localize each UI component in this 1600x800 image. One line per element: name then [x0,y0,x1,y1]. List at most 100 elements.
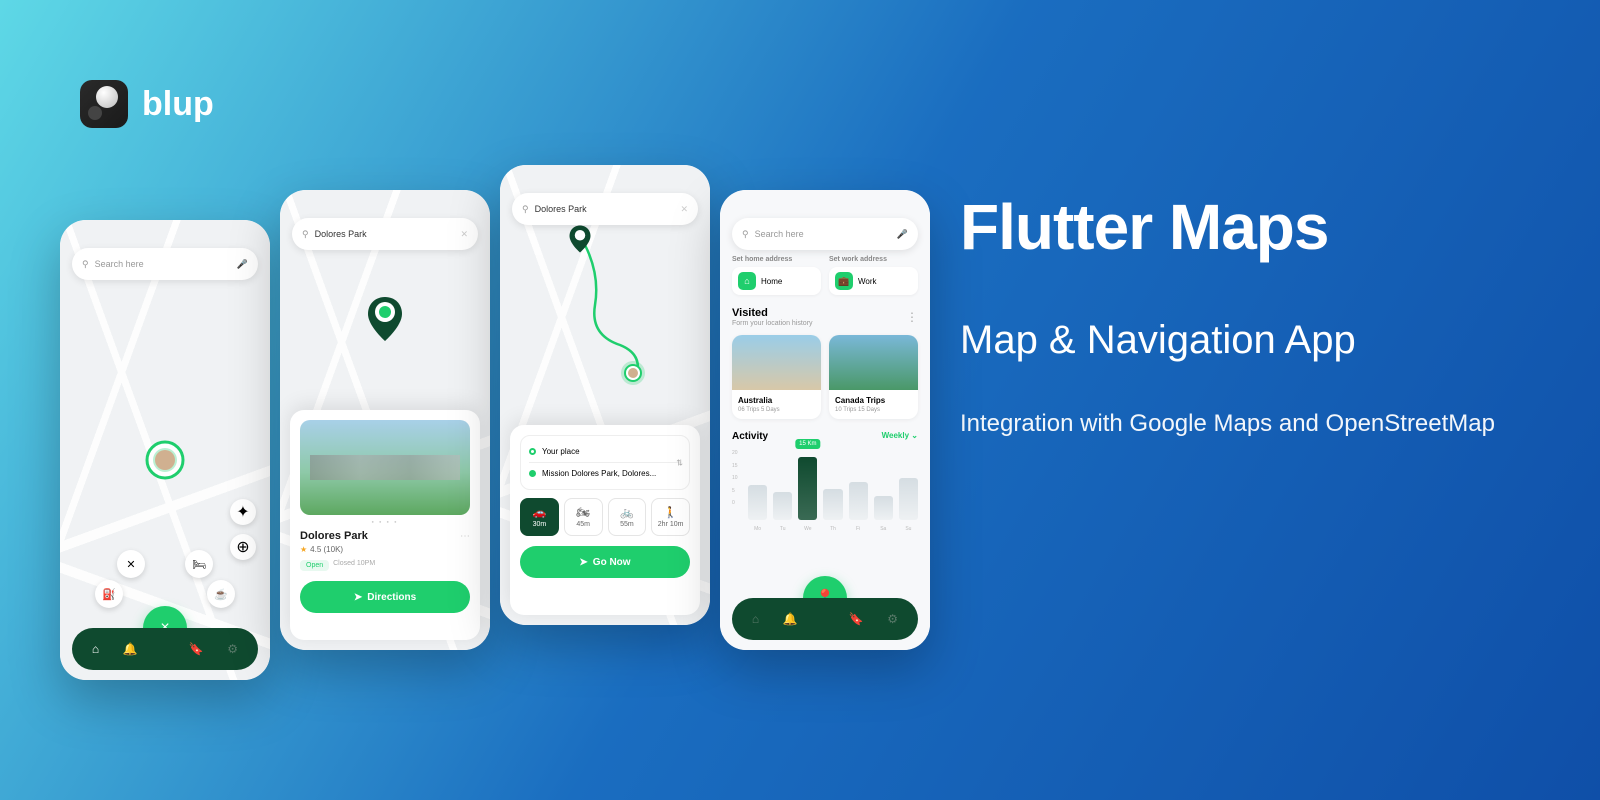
mode-walk[interactable]: 🚶2hr 10m [651,498,690,536]
phone-home-map: Staten Is ⚲ Search here 🎤 ✦ ⊕ ⛽ ✕ 🛏 ☕ × … [60,220,270,680]
nav-settings-icon[interactable]: ⚙ [887,612,898,626]
compass-button[interactable]: ✦ [230,499,256,525]
search-placeholder: Search here [95,259,144,269]
radial-restaurant-icon[interactable]: ✕ [117,550,145,578]
nav-home-icon[interactable]: ⌂ [752,612,759,626]
mode-motorcycle[interactable]: 🏍45m [564,498,603,536]
mode-bicycle[interactable]: 🚲55m [608,498,647,536]
chart-bar[interactable] [748,485,767,520]
hero-subtitle: Map & Navigation App [960,314,1520,366]
nav-bookmark-icon[interactable]: 🔖 [189,642,204,656]
dest-dot-icon [529,470,536,477]
search-value: Dolores Park [535,204,587,214]
place-thumbnail [732,335,821,390]
search-value: Dolores Park [315,229,367,239]
bottom-nav: ⌂ 🔔 . 🔖 ⚙ [72,628,258,670]
search-bar[interactable]: ⚲ Search here 🎤 [72,248,258,280]
rating-text: 4.5 (10K) [310,545,343,554]
more-icon[interactable]: ⋯ [460,531,470,542]
phone-place-detail: ⚲ Dolores Park ✕ ● ● ● ● Dolores Park ⋯ … [280,190,490,650]
transport-modes: 🚗30m 🏍45m 🚲55m 🚶2hr 10m [520,498,690,536]
visited-header: Visited Form your location history ⋮ [732,307,918,327]
search-placeholder: Search here [755,229,804,239]
nav-bell-icon[interactable]: 🔔 [123,642,138,656]
search-icon: ⚲ [82,259,89,270]
mode-car[interactable]: 🚗30m [520,498,559,536]
search-bar[interactable]: ⚲ Dolores Park ✕ [512,193,698,225]
home-icon: ⌂ [738,272,756,290]
chart-bar[interactable] [823,489,842,521]
radial-cafe-icon[interactable]: ☕ [207,580,235,608]
work-address-card[interactable]: Set work address 💼Work [829,256,918,295]
chart-bar[interactable] [874,496,893,521]
search-icon: ⚲ [302,229,309,240]
origin-pin[interactable] [565,223,595,261]
address-shortcuts: Set home address ⌂Home Set work address … [732,256,918,295]
activity-header: Activity Weekly ⌄ [732,431,918,442]
clear-icon[interactable]: ✕ [680,204,688,215]
photo-pager-dots: ● ● ● ● [300,519,470,524]
chart-bar[interactable] [849,482,868,521]
motorcycle-icon: 🏍 [576,506,590,519]
phone-mockups: Staten Is ⚲ Search here 🎤 ✦ ⊕ ⛽ ✕ 🛏 ☕ × … [60,165,930,680]
open-badge: Open [300,560,329,571]
search-bar[interactable]: ⚲ Dolores Park ✕ [292,218,478,250]
place-title: Dolores Park [300,530,368,542]
search-icon: ⚲ [742,229,749,240]
route-card: Your place Mission Dolores Park, Dolores… [510,425,700,615]
home-address-card[interactable]: Set home address ⌂Home [732,256,821,295]
origin-dot-icon [529,448,536,455]
briefcase-icon: 💼 [835,272,853,290]
visited-cards: Australia06 Trips 5 Days Canada Trips10 … [732,335,918,419]
rating-row: ★ 4.5 (10K) [300,545,470,554]
user-location-pin[interactable] [145,440,185,488]
origin-input[interactable]: Your place [529,444,681,459]
blup-logo-icon [80,80,128,128]
more-icon[interactable]: ⋮ [906,310,918,324]
bicycle-icon: 🚲 [620,506,634,519]
go-now-button[interactable]: ➤ Go Now [520,546,690,578]
brand-name: blup [142,85,214,124]
place-thumbnail [829,335,918,390]
directions-button[interactable]: ➤ Directions [300,581,470,613]
radial-fuel-icon[interactable]: ⛽ [95,580,123,608]
phone-dashboard: Set home address ⌂Home Set work address … [720,190,930,650]
chart-bar[interactable] [773,492,792,520]
destination-pin[interactable] [620,360,646,386]
nav-bookmark-icon[interactable]: 🔖 [849,612,864,626]
nav-settings-icon[interactable]: ⚙ [227,642,238,656]
place-pin[interactable] [365,295,405,343]
bottom-nav: ⌂ 🔔 . 🔖 ⚙ [732,598,918,640]
walk-icon: 🚶 [664,506,678,519]
route-inputs: Your place Mission Dolores Park, Dolores… [520,435,690,490]
visited-card[interactable]: Canada Trips10 Trips 15 Days [829,335,918,419]
chart-bar-active[interactable] [798,457,817,520]
mic-icon[interactable]: 🎤 [237,259,248,270]
destination-input[interactable]: Mission Dolores Park, Dolores... [529,466,681,481]
chart-yaxis: 20151050 [732,450,738,506]
chevron-down-icon: ⌄ [911,431,918,440]
place-detail-card: ● ● ● ● Dolores Park ⋯ ★ 4.5 (10K) Open … [290,410,480,640]
chart-bar[interactable] [899,478,918,520]
activity-chart: 20151050 MoTuWeThFiSaSu [732,450,918,520]
hero-text: Flutter Maps Map & Navigation App Integr… [960,190,1520,442]
mic-icon[interactable]: 🎤 [897,229,908,240]
search-bar[interactable]: ⚲ Search here 🎤 [732,218,918,250]
navigate-icon: ➤ [354,592,362,603]
radial-hotel-icon[interactable]: 🛏 [185,550,213,578]
hero-description: Integration with Google Maps and OpenStr… [960,406,1520,442]
close-time: Closed 10PM [333,560,375,571]
clear-icon[interactable]: ✕ [460,229,468,240]
phone-route: ⚲ Dolores Park ✕ Your place Mission Dolo… [500,165,710,625]
place-photo[interactable] [300,420,470,515]
nav-bell-icon[interactable]: 🔔 [783,612,798,626]
search-icon: ⚲ [522,204,529,215]
open-status: Open Closed 10PM [300,560,470,571]
chart-xaxis: MoTuWeThFiSaSu [748,526,918,532]
star-icon: ★ [300,545,307,554]
activity-filter[interactable]: Weekly ⌄ [882,431,918,442]
swap-icon[interactable]: ⇅ [676,458,683,467]
visited-card[interactable]: Australia06 Trips 5 Days [732,335,821,419]
car-icon: 🚗 [533,506,547,519]
nav-home-icon[interactable]: ⌂ [92,642,99,656]
